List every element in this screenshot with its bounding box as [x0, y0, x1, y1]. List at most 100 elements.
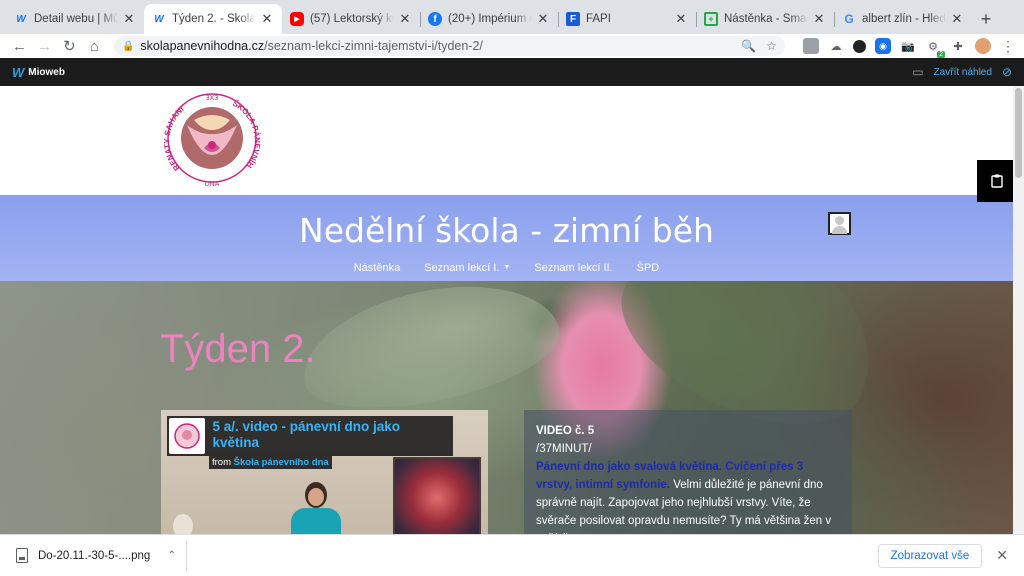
site-logo[interactable]: RENATY SAHANI ŠKOLA PÁNEVNÍHO 3X3 DNA	[162, 90, 262, 190]
browser-tab[interactable]: G albert zlín - Hledat Googlem ✕	[834, 4, 972, 34]
extension-badge: 2	[937, 51, 945, 58]
zoom-icon[interactable]: 🔍	[741, 39, 756, 53]
chevron-down-icon: ▼	[503, 264, 511, 271]
close-icon[interactable]: ✕	[996, 547, 1008, 564]
video-title[interactable]: 5 a/. video - pánevní dno jako květina	[207, 416, 454, 456]
extension-icon[interactable]	[853, 39, 866, 53]
menu-item-label: ŠPD	[636, 262, 660, 274]
page-scrollbar[interactable]	[1013, 86, 1024, 534]
close-tab-icon[interactable]: ✕	[812, 11, 826, 27]
mioweb-logo-text: Mioweb	[28, 66, 65, 78]
mioweb-icon: W	[16, 13, 26, 25]
cloud-download-icon[interactable]: ☁	[828, 38, 844, 54]
hero-section: Týden 2. 5 a/. video - pánevní dno jako …	[0, 281, 1013, 534]
eye-off-icon[interactable]: ⊘	[1002, 65, 1012, 79]
address-bar[interactable]: 🔒 skolapanevnihodna.cz/seznam-lekci-zimn…	[113, 36, 785, 56]
close-preview-link[interactable]: Zavřít náhled	[934, 67, 992, 78]
fapi-icon: F	[566, 12, 580, 26]
lock-icon: 🔒	[121, 40, 135, 52]
url-text: skolapanevnihodna.cz/seznam-lekci-zimni-…	[140, 39, 731, 53]
mioweb-icon: W	[154, 13, 164, 25]
facebook-icon: f	[428, 12, 442, 26]
lesson-label: VIDEO č. 5	[536, 425, 595, 437]
reload-icon[interactable]: ↻	[58, 36, 81, 56]
tab-title: albert zlín - Hledat Googlem	[862, 13, 946, 25]
camera-icon[interactable]: 📷	[900, 38, 916, 54]
logo-bottom-text: DNA	[205, 181, 220, 188]
bookmark-star-icon[interactable]: ☆	[766, 39, 777, 53]
video-channel-link[interactable]: Škola pánevního dna	[234, 457, 329, 468]
google-icon: G	[844, 12, 854, 26]
scrollbar-thumb[interactable]	[1015, 88, 1022, 178]
presenter-face	[308, 488, 324, 506]
menu-item-label: Nástěnka	[353, 262, 401, 274]
monitor-icon[interactable]: ▭	[912, 65, 923, 79]
video-presenter	[291, 482, 341, 534]
download-bar: Do-20.11.-30-5-....png ⌃ Zobrazovat vše …	[0, 534, 1024, 576]
video-background-vase	[173, 514, 193, 534]
extension-badge-icon[interactable]: ⚙ 2	[925, 38, 945, 58]
main-menu: Nástěnka Seznam lekcí I. ▼ Seznam lekcí I…	[0, 262, 1013, 274]
new-tab-button[interactable]: +	[972, 4, 1000, 34]
site-title: Nedělní škola - zimní běh	[299, 211, 714, 250]
menu-item-label: Seznam lekcí II.	[534, 262, 613, 274]
menu-item-seznam-lekci-1[interactable]: Seznam lekcí I. ▼	[424, 262, 510, 274]
profile-avatar-icon[interactable]	[975, 38, 991, 54]
browser-toolbar: ← → ↻ ⌂ 🔒 skolapanevnihodna.cz/seznam-le…	[0, 34, 1024, 58]
video-player[interactable]: 5 a/. video - pánevní dno jako květina f…	[161, 410, 488, 534]
lesson-description: VIDEO č. 5 /37MINUT/ Pánevní dno jako sv…	[524, 410, 852, 534]
tab-title: Nástěnka - SmartEmailing	[724, 13, 808, 25]
lesson-text: Pánevní dno jako svalová květina. Cvičen…	[536, 458, 840, 534]
browser-tab[interactable]: + Nástěnka - SmartEmailing ✕	[696, 4, 834, 34]
browser-tab-active[interactable]: W Týden 2. - Škola pánevního dna ✕	[144, 4, 282, 34]
download-filename: Do-20.11.-30-5-....png	[38, 549, 151, 562]
close-tab-icon[interactable]: ✕	[674, 11, 688, 27]
home-icon[interactable]: ⌂	[83, 36, 106, 56]
channel-avatar[interactable]	[169, 418, 205, 454]
show-all-button[interactable]: Zobrazovat vše	[877, 543, 983, 568]
video-from-label: from	[212, 457, 231, 468]
back-icon[interactable]: ←	[8, 36, 31, 56]
browser-tab[interactable]: W Detail webu | Můj Mioweb ✕	[6, 4, 144, 34]
menu-item-spd[interactable]: ŠPD	[637, 262, 660, 274]
shield-icon[interactable]: ◉	[875, 38, 891, 54]
close-tab-icon[interactable]: ✕	[260, 11, 274, 27]
site-title-band: Nedělní škola - zimní běh Nástěnka Sezna…	[0, 195, 1013, 281]
user-avatar[interactable]	[828, 212, 851, 235]
clipboard-button[interactable]	[977, 160, 1013, 202]
close-tab-icon[interactable]: ✕	[122, 11, 136, 27]
browser-tab[interactable]: F FAPI ✕	[558, 4, 696, 34]
url-host: skolapanevnihodna.cz	[140, 39, 265, 53]
background-leaf	[291, 281, 569, 427]
tab-title: (20+) Impérium duchů	[448, 13, 532, 25]
puzzle-icon[interactable]: ✚	[950, 38, 966, 54]
menu-dots-icon[interactable]: ⋮	[1000, 38, 1016, 54]
mioweb-logo[interactable]: W Mioweb	[12, 65, 65, 80]
browser-tab[interactable]: f (20+) Impérium duchů ✕	[420, 4, 558, 34]
close-tab-icon[interactable]: ✕	[398, 11, 412, 27]
forward-icon[interactable]: →	[33, 36, 56, 56]
tab-strip: W Detail webu | Můj Mioweb ✕ W Týden 2. …	[0, 0, 1024, 34]
web-page: RENATY SAHANI ŠKOLA PÁNEVNÍHO 3X3 DNA Ne…	[0, 86, 1013, 534]
site-header: RENATY SAHANI ŠKOLA PÁNEVNÍHO 3X3 DNA	[0, 86, 1013, 195]
url-path: /seznam-lekci-zimni-tajemstvi-i/tyden-2/	[264, 39, 483, 53]
close-tab-icon[interactable]: ✕	[536, 11, 550, 27]
tab-title: Detail webu | Můj Mioweb	[34, 13, 118, 25]
download-item[interactable]: Do-20.11.-30-5-....png ⌃	[16, 548, 176, 563]
extension-icon[interactable]	[803, 38, 819, 54]
mioweb-admin-bar: W Mioweb ▭ Zavřít náhled ⊘	[0, 58, 1024, 86]
menu-item-seznam-lekci-2[interactable]: Seznam lekcí II.	[534, 262, 612, 274]
close-tab-icon[interactable]: ✕	[950, 11, 964, 27]
mioweb-bar-actions: ▭ Zavřít náhled ⊘	[912, 65, 1012, 79]
tab-title: (57) Lektorský kurz Škola	[310, 13, 394, 25]
mioweb-icon: W	[12, 64, 25, 80]
lesson-duration: /37MINUT/	[536, 443, 592, 455]
browser-tab[interactable]: ▶ (57) Lektorský kurz Škola ✕	[282, 4, 420, 34]
file-icon	[16, 548, 28, 563]
tab-title: Týden 2. - Škola pánevního dna	[172, 13, 256, 25]
chevron-up-icon[interactable]: ⌃	[168, 550, 176, 561]
presenter-body	[291, 508, 341, 534]
clipboard-icon	[991, 174, 1003, 188]
youtube-icon: ▶	[290, 12, 304, 26]
menu-item-nastenka[interactable]: Nástěnka	[354, 262, 400, 274]
